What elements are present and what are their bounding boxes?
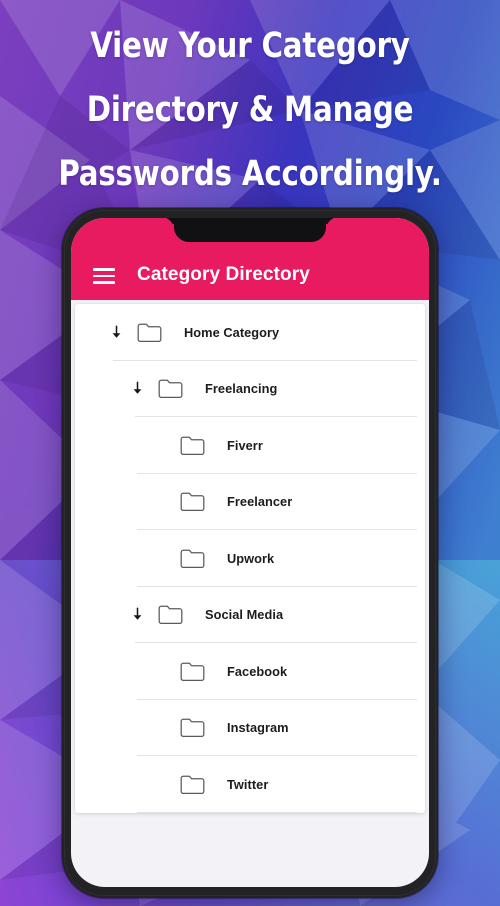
- folder-icon: [158, 378, 183, 399]
- arrow-down-icon[interactable]: [130, 607, 145, 622]
- folder-icon: [137, 322, 162, 343]
- headline-line-1: View Your Category: [90, 26, 410, 66]
- category-list-item-freelancer[interactable]: Freelancer: [75, 474, 425, 530]
- category-list-item-facebook[interactable]: Facebook: [75, 643, 425, 700]
- folder-icon: [180, 491, 205, 512]
- category-label: Twitter: [227, 776, 269, 792]
- category-list-item-freelancing[interactable]: Freelancing: [75, 361, 425, 417]
- arrow-down-icon[interactable]: [109, 325, 124, 340]
- hamburger-bar: [93, 274, 115, 278]
- app-bar: Category Directory: [71, 218, 429, 300]
- category-list-item-fiverr[interactable]: Fiverr: [75, 417, 425, 474]
- folder-icon: [180, 435, 205, 456]
- arrow-down-icon[interactable]: [130, 381, 145, 396]
- category-list-item-instagram[interactable]: Instagram: [75, 700, 425, 756]
- category-label: Home Category: [184, 324, 280, 340]
- category-label: Fiverr: [227, 437, 263, 453]
- folder-icon: [180, 774, 205, 795]
- phone-mockup: Category Directory Home Category Freelan…: [62, 208, 438, 898]
- category-label: Instagram: [227, 720, 289, 736]
- hamburger-bar: [93, 281, 115, 284]
- hamburger-menu-icon[interactable]: [93, 268, 115, 284]
- folder-icon: [158, 604, 183, 625]
- category-label: Facebook: [227, 663, 288, 679]
- promo-headline: View Your Category Directory & Manage Pa…: [0, 14, 500, 206]
- folder-icon: [180, 717, 205, 738]
- hamburger-bar: [93, 268, 115, 271]
- headline-line-2: Directory & Manage: [86, 90, 414, 130]
- folder-icon: [180, 661, 205, 682]
- category-list-item-social-media[interactable]: Social Media: [75, 587, 425, 643]
- category-label: Freelancer: [227, 494, 293, 510]
- category-list-card: Home Category Freelancing Fiverr Freelan…: [75, 304, 425, 813]
- phone-screen: Category Directory Home Category Freelan…: [71, 218, 429, 887]
- category-label: Social Media: [205, 607, 284, 623]
- row-divider: [137, 811, 417, 813]
- category-list-item-home-category[interactable]: Home Category: [75, 304, 425, 361]
- phone-notch: [174, 218, 326, 242]
- category-label: Upwork: [227, 550, 275, 566]
- category-label: Freelancing: [205, 381, 278, 397]
- category-list-item-twitter[interactable]: Twitter: [75, 756, 425, 813]
- headline-line-3: Passwords Accordingly.: [58, 154, 442, 194]
- folder-icon: [180, 548, 205, 569]
- category-list-item-upwork[interactable]: Upwork: [75, 530, 425, 587]
- page-title: Category Directory: [137, 264, 310, 285]
